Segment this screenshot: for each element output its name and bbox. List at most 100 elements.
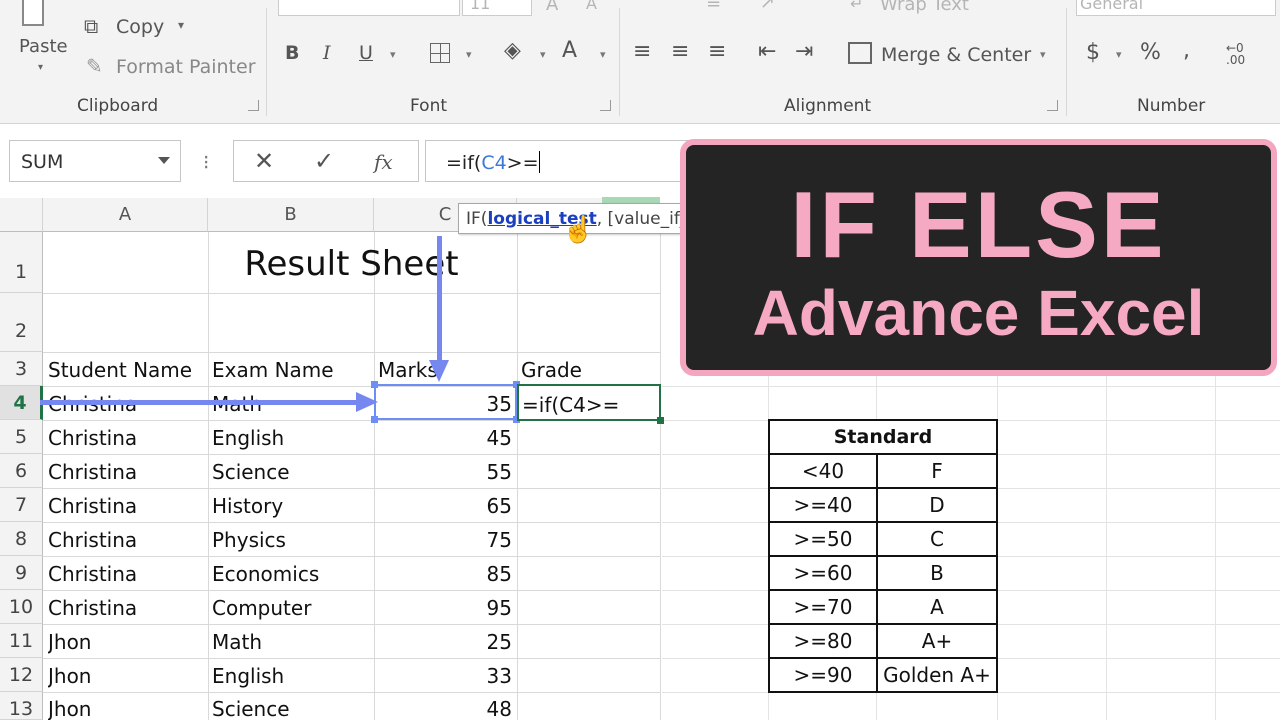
- column-header-b[interactable]: B: [208, 198, 374, 232]
- shrink-font-icon[interactable]: A: [586, 0, 597, 13]
- increase-decimal-icon[interactable]: ←0.00: [1226, 42, 1245, 66]
- row-header[interactable]: 12: [0, 658, 43, 692]
- cell-student[interactable]: Christina: [48, 426, 206, 450]
- row-header[interactable]: 1: [0, 232, 43, 293]
- row-header[interactable]: 2: [0, 293, 43, 352]
- cell-student[interactable]: Jhon: [48, 697, 206, 720]
- row-header[interactable]: 6: [0, 454, 43, 488]
- cell-student[interactable]: Christina: [48, 494, 206, 518]
- row-header[interactable]: 11: [0, 624, 43, 658]
- increase-indent-icon[interactable]: ⇥: [795, 39, 813, 64]
- standard-grade[interactable]: C: [876, 521, 998, 557]
- row-header[interactable]: 7: [0, 488, 43, 522]
- cancel-icon[interactable]: ✕: [254, 147, 274, 175]
- italic-icon[interactable]: I: [323, 42, 331, 64]
- fill-color-icon[interactable]: ◈: [504, 38, 521, 63]
- header-grade[interactable]: Grade: [521, 358, 651, 382]
- header-student-name[interactable]: Student Name: [48, 358, 206, 382]
- bold-icon[interactable]: B: [285, 42, 299, 64]
- row-header[interactable]: 4: [0, 386, 43, 420]
- standard-condition[interactable]: >=40: [768, 487, 878, 523]
- comma-style-icon[interactable]: ,: [1183, 38, 1190, 63]
- paste-button[interactable]: Paste: [19, 36, 68, 57]
- currency-icon[interactable]: $: [1086, 40, 1100, 65]
- cell-exam[interactable]: Physics: [212, 528, 372, 552]
- cell-student[interactable]: Jhon: [48, 630, 206, 654]
- row-header[interactable]: 3: [0, 352, 43, 386]
- copy-icon[interactable]: ⧉: [84, 14, 98, 38]
- grow-font-icon[interactable]: A: [546, 0, 558, 15]
- paste-icon[interactable]: [22, 0, 44, 26]
- standard-grade[interactable]: Golden A+: [876, 657, 998, 693]
- format-painter-button[interactable]: Format Painter: [116, 56, 256, 78]
- underline-dropdown-icon[interactable]: ▾: [390, 48, 396, 61]
- underline-icon[interactable]: U: [359, 42, 373, 64]
- cell-marks[interactable]: 55: [378, 460, 512, 484]
- wrap-text-button[interactable]: Wrap Text: [880, 0, 969, 15]
- cell-exam[interactable]: History: [212, 494, 372, 518]
- alignment-launcher-icon[interactable]: [1047, 100, 1058, 111]
- row-header[interactable]: 9: [0, 556, 43, 590]
- fill-color-dropdown-icon[interactable]: ▾: [540, 48, 546, 61]
- cell-exam[interactable]: Economics: [212, 562, 372, 586]
- standard-condition[interactable]: >=70: [768, 589, 878, 625]
- align-top-icon[interactable]: ≡: [706, 0, 721, 13]
- standard-condition[interactable]: >=90: [768, 657, 878, 693]
- percent-icon[interactable]: %: [1140, 40, 1161, 65]
- borders-icon[interactable]: [430, 43, 450, 63]
- cell-marks[interactable]: 95: [378, 596, 512, 620]
- standard-grade[interactable]: F: [876, 453, 998, 489]
- row-header[interactable]: 5: [0, 420, 43, 454]
- cell-marks[interactable]: 85: [378, 562, 512, 586]
- standard-grade[interactable]: A+: [876, 623, 998, 659]
- formula-bar-grip-icon[interactable]: ⁝: [203, 150, 209, 175]
- cell-student[interactable]: Christina: [48, 528, 206, 552]
- standard-title[interactable]: Standard: [768, 419, 998, 455]
- merge-dropdown-icon[interactable]: ▾: [1040, 48, 1046, 61]
- column-header-a[interactable]: A: [43, 198, 208, 232]
- tooltip-function-name[interactable]: IF(: [466, 209, 487, 229]
- currency-dropdown-icon[interactable]: ▾: [1116, 48, 1122, 61]
- align-right-icon[interactable]: ≡: [708, 39, 726, 64]
- clipboard-launcher-icon[interactable]: [248, 100, 259, 111]
- font-color-dropdown-icon[interactable]: ▾: [600, 48, 606, 61]
- reference-handle[interactable]: [371, 381, 378, 388]
- copy-button[interactable]: Copy: [116, 16, 164, 38]
- format-painter-icon[interactable]: ✎: [86, 54, 103, 78]
- standard-grade[interactable]: A: [876, 589, 998, 625]
- reference-handle[interactable]: [371, 416, 378, 423]
- name-box-dropdown-icon[interactable]: [158, 157, 170, 164]
- standard-condition[interactable]: >=80: [768, 623, 878, 659]
- cell-student[interactable]: Christina: [48, 460, 206, 484]
- cell-marks[interactable]: 33: [378, 664, 512, 688]
- copy-dropdown-icon[interactable]: ▾: [178, 18, 184, 32]
- align-left-icon[interactable]: ≡: [633, 39, 651, 64]
- cell-exam[interactable]: English: [212, 426, 372, 450]
- cell-student[interactable]: Christina: [48, 562, 206, 586]
- standard-grade[interactable]: D: [876, 487, 998, 523]
- standard-condition[interactable]: >=60: [768, 555, 878, 591]
- standard-condition[interactable]: >=50: [768, 521, 878, 557]
- cell-marks[interactable]: 75: [378, 528, 512, 552]
- cell-exam[interactable]: Computer: [212, 596, 372, 620]
- font-launcher-icon[interactable]: [600, 100, 611, 111]
- merge-center-button[interactable]: Merge & Center: [881, 44, 1031, 66]
- cell-marks[interactable]: 48: [378, 697, 512, 720]
- merge-center-icon[interactable]: [848, 42, 872, 64]
- name-box[interactable]: SUM: [9, 140, 181, 182]
- row-header[interactable]: 13: [0, 692, 43, 720]
- corner-select-all[interactable]: [0, 198, 43, 232]
- header-exam-name[interactable]: Exam Name: [212, 358, 372, 382]
- cell-marks[interactable]: 25: [378, 630, 512, 654]
- decrease-indent-icon[interactable]: ⇤: [758, 39, 776, 64]
- font-name-box[interactable]: [278, 0, 460, 16]
- cell-exam[interactable]: English: [212, 664, 372, 688]
- cell-exam[interactable]: Science: [212, 697, 372, 720]
- orientation-icon[interactable]: ↗: [760, 0, 775, 13]
- cell-exam[interactable]: Math: [212, 630, 372, 654]
- cell-student[interactable]: Jhon: [48, 664, 206, 688]
- fill-handle[interactable]: [657, 417, 664, 424]
- paste-dropdown-icon[interactable]: ▾: [38, 62, 43, 73]
- wrap-text-icon[interactable]: ↵: [850, 0, 863, 13]
- row-header[interactable]: 8: [0, 522, 43, 556]
